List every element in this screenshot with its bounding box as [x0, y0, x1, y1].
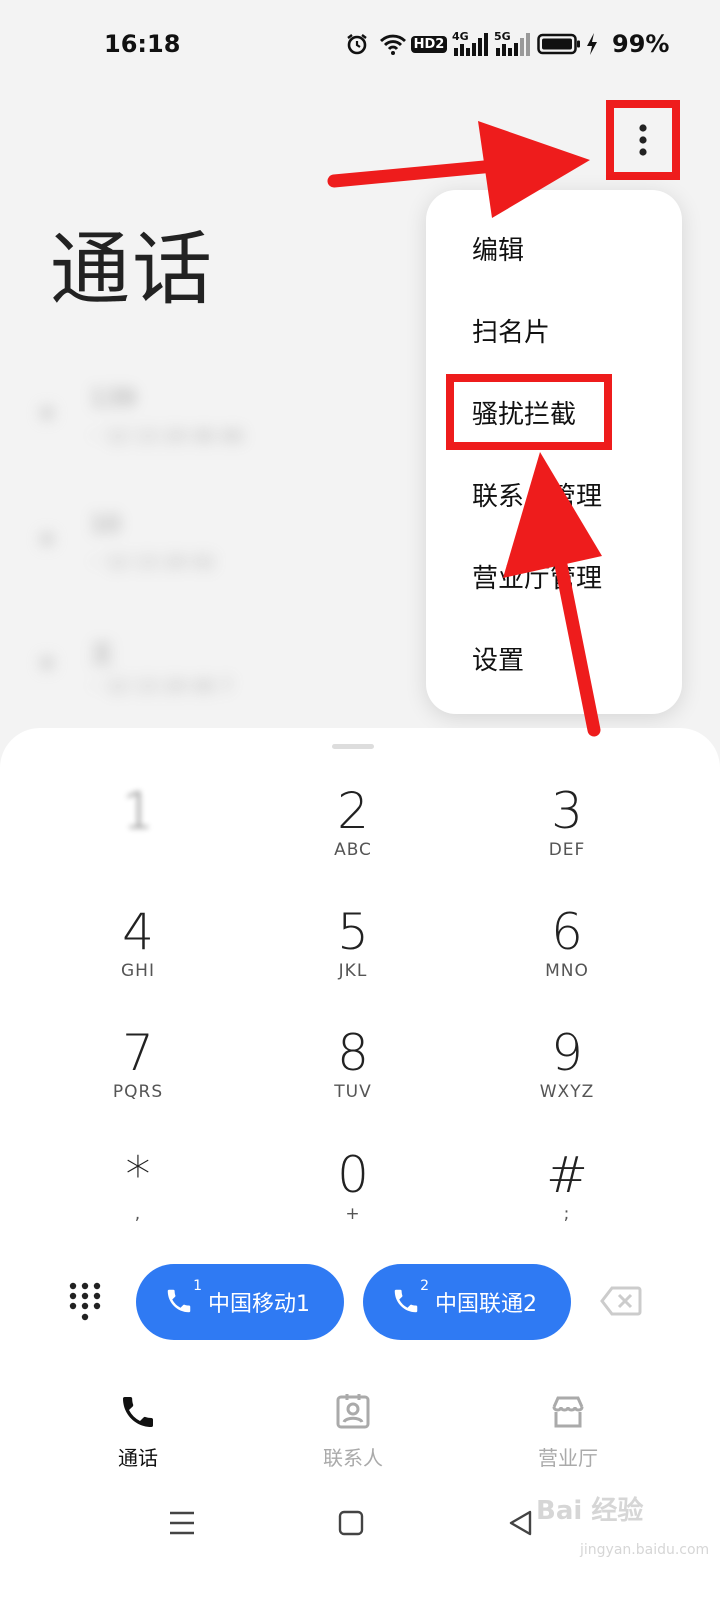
dial-key-star[interactable]: * ,	[78, 1146, 198, 1246]
dial-key-2[interactable]: 2 ABC	[293, 782, 413, 882]
dial-key-digit: 7	[122, 1024, 154, 1082]
dialpad-toggle-button[interactable]	[68, 1282, 102, 1322]
battery-icon	[536, 30, 582, 58]
dialpad-grid-icon	[69, 1282, 101, 1321]
dial-key-letters: WXYZ	[539, 1082, 595, 1102]
system-menu-button[interactable]	[168, 1508, 196, 1542]
dial-key-letters: TUV	[334, 1082, 372, 1102]
dial-key-letters: DEF	[548, 840, 586, 860]
tab-calls[interactable]: 通话	[88, 1392, 188, 1471]
sim-button-label: 中国移动1	[208, 1292, 310, 1317]
alarm-icon	[344, 30, 370, 58]
dial-key-0[interactable]: 0 +	[293, 1146, 413, 1246]
dial-key-digit: 2	[337, 782, 369, 840]
signal-5g-icon: 5G	[494, 30, 530, 58]
list-item[interactable]: 王 ◦ 12 13 20 00 7	[40, 626, 340, 716]
backspace-icon	[600, 1286, 642, 1316]
dial-key-digit: 3	[551, 782, 583, 840]
dial-key-letters: ;	[563, 1204, 571, 1224]
dial-key-digit: 0	[337, 1146, 369, 1204]
call-number: ◦ 12 13 20 06 66	[90, 426, 244, 447]
dial-key-letters: ABC	[334, 840, 372, 860]
tab-label: 联系人	[323, 1446, 383, 1470]
sim-button-label: 中国联通2	[435, 1292, 537, 1317]
dial-key-digit: 4	[122, 903, 154, 961]
watermark-url: jingyan.baidu.com	[580, 1542, 710, 1558]
home-square-icon	[338, 1510, 364, 1536]
dial-key-6[interactable]: 6 MNO	[507, 903, 627, 1003]
dial-key-letters	[78, 840, 198, 860]
dial-key-letters: PQRS	[112, 1082, 164, 1102]
dial-key-digit: 8	[337, 1024, 369, 1082]
more-options-button[interactable]	[606, 100, 680, 180]
call-name: 王	[90, 640, 114, 668]
call-sim2-button[interactable]: 2 中国联通2	[363, 1264, 571, 1340]
wifi-icon	[378, 30, 408, 58]
call-number: ◦ 12 13 20 02	[90, 552, 216, 573]
tab-contacts[interactable]: 联系人	[303, 1392, 403, 1471]
sim-slot-number: 2	[420, 1278, 429, 1294]
menu-item-edit[interactable]: 编辑	[472, 230, 524, 267]
tab-label: 通话	[118, 1446, 158, 1470]
more-vert-icon	[639, 124, 647, 156]
menu-item-contacts-manage[interactable]: 联系人管理	[472, 476, 602, 513]
system-home-button[interactable]	[338, 1508, 364, 1542]
dial-key-4[interactable]: 4 GHI	[78, 903, 198, 1003]
call-name: 10	[90, 510, 121, 538]
tab-label: 营业厅	[538, 1446, 598, 1470]
dial-key-digit: *	[125, 1146, 151, 1204]
signal-4g-icon: 4G	[452, 30, 488, 58]
phone-icon: 2	[391, 1278, 429, 1318]
call-type-icon	[40, 406, 54, 420]
dial-key-digit: 6	[551, 903, 583, 961]
page-title: 通话	[50, 223, 214, 316]
watermark: Bai 经验	[536, 1496, 644, 1526]
dial-key-letters: +	[345, 1204, 361, 1224]
dial-key-digit: 5	[337, 903, 369, 961]
hd-icon: HD2	[410, 30, 448, 58]
dial-key-1[interactable]: 1	[78, 782, 198, 882]
backspace-button[interactable]	[600, 1286, 642, 1318]
call-number: ◦ 12 13 20 00 7	[90, 676, 233, 697]
sim-slot-number: 1	[193, 1278, 202, 1294]
dial-key-letters: JKL	[338, 961, 368, 981]
system-back-button[interactable]	[508, 1508, 534, 1542]
dial-key-8[interactable]: 8 TUV	[293, 1024, 413, 1124]
phone-icon	[123, 1397, 153, 1427]
battery-percentage: 99%	[612, 30, 670, 58]
dial-key-3[interactable]: 3 DEF	[507, 782, 627, 882]
highlight-box	[446, 374, 612, 450]
status-bar: 16:18 HD2 4G 5G 99%	[0, 0, 720, 90]
tab-store[interactable]: 营业厅	[518, 1392, 618, 1471]
dial-key-7[interactable]: 7 PQRS	[78, 1024, 198, 1124]
phone-icon: 1	[164, 1278, 202, 1318]
menu-icon	[170, 1511, 194, 1535]
dial-key-digit: 9	[551, 1024, 583, 1082]
status-time: 16:18	[104, 30, 181, 58]
menu-item-store-manage[interactable]: 营业厅管理	[472, 558, 602, 595]
store-icon	[552, 1396, 584, 1428]
menu-item-scan-card[interactable]: 扫名片	[472, 312, 550, 349]
dial-key-digit: #	[546, 1146, 588, 1204]
list-item[interactable]: 139 ◦ 12 13 20 06 66	[40, 376, 340, 466]
contacts-icon	[336, 1394, 370, 1429]
dial-key-5[interactable]: 5 JKL	[293, 903, 413, 1003]
dial-key-digit: 1	[122, 782, 154, 840]
menu-item-settings[interactable]: 设置	[472, 640, 524, 677]
dial-key-letters: MNO	[545, 961, 589, 981]
call-type-icon	[40, 656, 54, 670]
call-sim1-button[interactable]: 1 中国移动1	[136, 1264, 344, 1340]
list-item[interactable]: 10 ◦ 12 13 20 02	[40, 502, 340, 592]
call-name: 139	[90, 384, 136, 412]
drag-handle[interactable]	[332, 744, 374, 749]
charging-icon	[584, 30, 600, 58]
dial-key-hash[interactable]: # ;	[507, 1146, 627, 1246]
call-type-icon	[40, 532, 54, 546]
back-triangle-icon	[509, 1510, 532, 1536]
dial-key-9[interactable]: 9 WXYZ	[507, 1024, 627, 1124]
dial-key-letters: ,	[134, 1204, 142, 1224]
overflow-menu: 编辑 扫名片 骚扰拦截 联系人管理 营业厅管理 设置	[426, 190, 682, 714]
dial-key-letters: GHI	[121, 961, 155, 981]
